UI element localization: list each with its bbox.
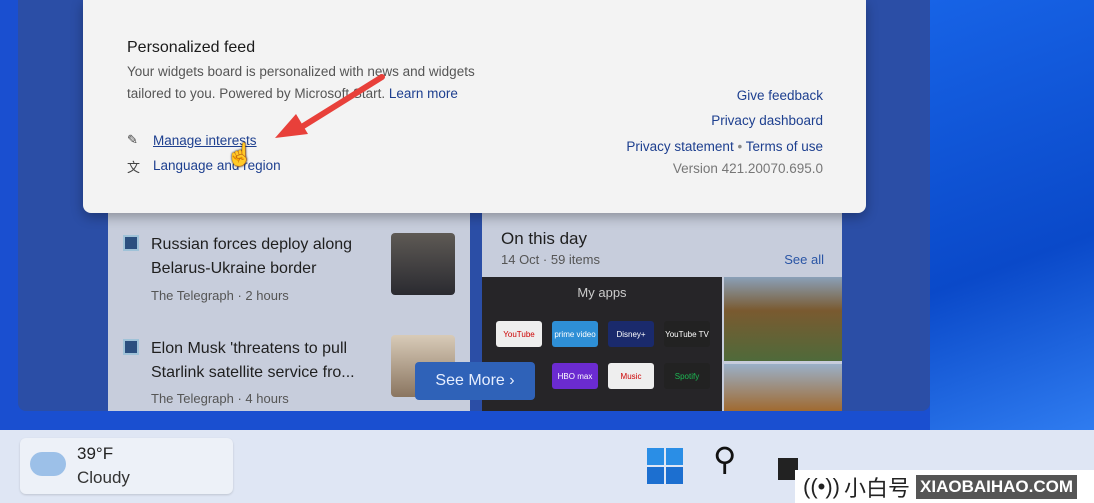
photo-trees[interactable] bbox=[724, 277, 842, 361]
see-more-label: See More bbox=[435, 372, 505, 389]
watermark-text: 小白号 bbox=[844, 475, 911, 501]
app-tile: YouTube TV bbox=[664, 321, 710, 347]
see-all-link[interactable]: See all bbox=[784, 252, 824, 267]
publisher-icon bbox=[123, 339, 139, 355]
card-title: On this day bbox=[501, 229, 587, 248]
weather-condition: Cloudy bbox=[77, 468, 130, 487]
terms-of-use-link[interactable]: Terms of use bbox=[746, 139, 823, 154]
search-icon[interactable]: ⚲ bbox=[713, 440, 736, 478]
cloud-icon bbox=[30, 452, 66, 476]
give-feedback-link[interactable]: Give feedback bbox=[737, 88, 823, 103]
watermark-logo: ((•)) 小白号 XIAOBAIHAO.COM bbox=[795, 470, 1094, 503]
news-title[interactable]: Russian forces deploy along Belarus-Ukra… bbox=[151, 233, 386, 281]
app-tile: prime video bbox=[552, 321, 598, 347]
my-apps-label: My apps bbox=[577, 285, 627, 300]
privacy-dashboard-link[interactable]: Privacy dashboard bbox=[711, 113, 823, 128]
publisher-icon bbox=[123, 235, 139, 251]
card-subtitle: 14 Oct · 59 items bbox=[501, 252, 600, 267]
app-tile: Music bbox=[608, 363, 654, 389]
app-tile: HBO max bbox=[552, 363, 598, 389]
privacy-statement-link[interactable]: Privacy statement bbox=[626, 139, 733, 154]
red-arrow-annotation bbox=[275, 74, 385, 138]
news-thumbnail[interactable] bbox=[391, 233, 455, 295]
app-tile: Spotify bbox=[664, 363, 710, 389]
news-source: The Telegraph · 2 hours bbox=[151, 288, 289, 303]
see-more-button[interactable]: See More › bbox=[415, 362, 535, 400]
news-title[interactable]: Elon Musk 'threatens to pull Starlink sa… bbox=[151, 337, 386, 385]
app-tile: Disney+ bbox=[608, 321, 654, 347]
weather-widget[interactable]: 39°F Cloudy bbox=[20, 438, 233, 494]
weather-temp: 39°F bbox=[77, 444, 114, 463]
hand-cursor-icon: ☝ bbox=[226, 142, 254, 167]
separator: • bbox=[737, 139, 743, 154]
app-tile: YouTube bbox=[496, 321, 542, 347]
on-this-day-card: On this day 14 Oct · 59 items See all My… bbox=[482, 213, 842, 411]
desktop-wallpaper bbox=[930, 0, 1094, 430]
version-label: Version 421.20070.695.0 bbox=[672, 161, 823, 176]
news-source: The Telegraph · 4 hours bbox=[151, 391, 289, 406]
watermark-site: XIAOBAIHAO.COM bbox=[916, 474, 1078, 499]
start-button[interactable] bbox=[647, 448, 683, 484]
photo-autumn[interactable] bbox=[724, 364, 842, 411]
